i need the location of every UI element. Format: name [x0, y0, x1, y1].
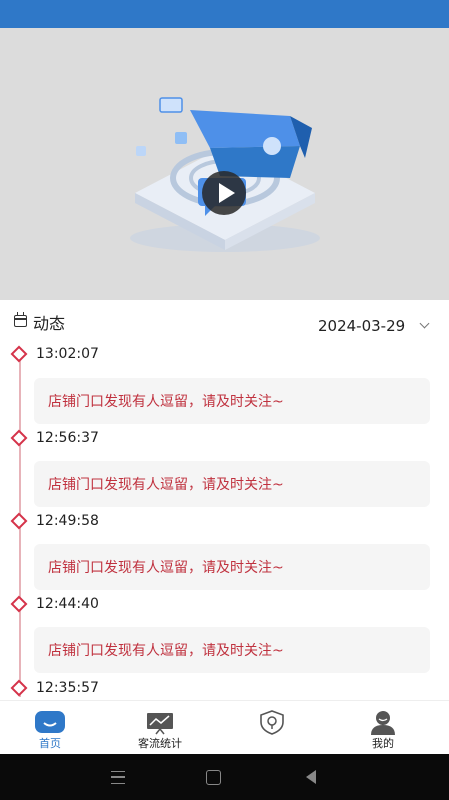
system-navigation-bar	[0, 754, 449, 800]
video-player[interactable]	[0, 28, 449, 300]
event-message: 店铺门口发现有人逗留，请及时关注~	[48, 477, 284, 493]
timeline-marker-icon	[10, 345, 28, 363]
event-time: 12:56:37	[36, 430, 99, 446]
bottom-tab-bar: 首页 客流统计 我的	[0, 700, 449, 755]
status-bar	[0, 0, 449, 28]
event-time: 13:02:07	[36, 346, 99, 362]
dynamics-title: 动态	[33, 314, 66, 333]
chart-icon	[147, 713, 173, 735]
event-card[interactable]: 店铺门口发现有人逗留，请及时关注~	[34, 544, 430, 590]
chevron-down-icon[interactable]	[419, 318, 430, 329]
event-card[interactable]: 店铺门口发现有人逗留，请及时关注~	[34, 461, 430, 507]
tab-home[interactable]: 首页	[0, 701, 100, 755]
event-card[interactable]: 店铺门口发现有人逗留，请及时关注~	[34, 378, 430, 424]
date-picker[interactable]: 2024-03-29	[318, 317, 405, 335]
event-card[interactable]: 店铺门口发现有人逗留，请及时关注~	[34, 627, 430, 673]
camera-illustration	[130, 97, 320, 252]
event-time: 12:35:57	[36, 680, 99, 696]
event-message: 店铺门口发现有人逗留，请及时关注~	[48, 560, 284, 576]
shield-icon	[260, 710, 284, 735]
tab-label: 客流统计	[138, 737, 182, 750]
tab-label: 首页	[39, 737, 61, 750]
user-icon	[371, 711, 395, 735]
home-icon	[35, 711, 65, 733]
tab-security[interactable]	[222, 701, 322, 755]
calendar-icon	[14, 312, 27, 327]
tab-profile[interactable]: 我的	[333, 701, 433, 755]
event-message: 店铺门口发现有人逗留，请及时关注~	[48, 394, 284, 410]
tab-traffic-stats[interactable]: 客流统计	[110, 701, 210, 755]
timeline-marker-icon	[10, 512, 28, 530]
timeline-marker-icon	[10, 429, 28, 447]
event-time: 12:44:40	[36, 596, 99, 612]
play-button[interactable]	[202, 171, 246, 215]
tab-label: 我的	[372, 737, 394, 750]
timeline-marker-icon	[10, 595, 28, 613]
dynamics-header: 动态 2024-03-29	[0, 300, 449, 340]
event-time: 12:49:58	[36, 513, 99, 529]
timeline-marker-icon	[10, 679, 28, 697]
back-icon[interactable]	[306, 770, 316, 784]
event-message: 店铺门口发现有人逗留，请及时关注~	[48, 643, 284, 659]
recents-icon[interactable]	[111, 771, 125, 784]
home-button-icon[interactable]	[206, 770, 221, 785]
